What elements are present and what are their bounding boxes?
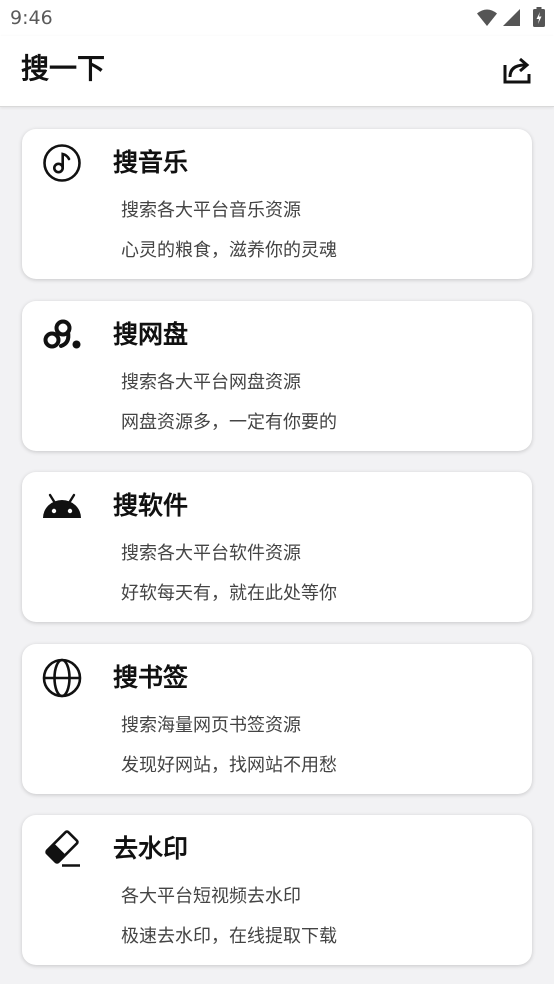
wifi-icon [477,9,497,26]
card-search-netdisk[interactable]: 搜网盘 搜索各大平台网盘资源 网盘资源多，一定有你要的 [22,300,532,451]
card-remove-watermark[interactable]: 去水印 各大平台短视频去水印 极速去水印，在线提取下载 [22,815,532,965]
card-description: 搜索各大平台软件资源 [121,543,301,564]
music-disc-icon [42,143,82,183]
feature-list: 搜音乐 搜索各大平台音乐资源 心灵的粮食，滋养你的灵魂 搜网盘 搜索各大平台网盘… [22,129,532,965]
card-description: 搜索各大平台音乐资源 [121,200,301,221]
app-bar: 搜一下 [0,36,554,107]
card-title: 搜音乐 [113,148,189,177]
share-button[interactable] [501,54,533,86]
card-tagline: 极速去水印，在线提取下载 [121,926,337,947]
battery-charging-icon [533,7,545,27]
card-title: 搜书签 [113,662,189,692]
card-title: 搜软件 [113,491,189,520]
card-description: 各大平台短视频去水印 [121,886,301,907]
cloud-drive-icon [42,315,82,355]
card-tagline: 心灵的粮食，滋养你的灵魂 [121,240,337,261]
share-icon [503,57,531,84]
android-icon [42,486,82,526]
card-title: 搜网盘 [113,319,189,349]
card-description: 搜索各大平台网盘资源 [121,371,301,393]
card-search-music[interactable]: 搜音乐 搜索各大平台音乐资源 心灵的粮食，滋养你的灵魂 [22,129,532,279]
card-title: 去水印 [113,834,189,863]
card-tagline: 发现好网站，找网站不用愁 [121,754,337,776]
status-time: 9:46 [10,7,53,29]
card-search-bookmarks[interactable]: 搜书签 搜索海量网页书签资源 发现好网站，找网站不用愁 [22,643,532,794]
card-search-software[interactable]: 搜软件 搜索各大平台软件资源 好软每天有，就在此处等你 [22,472,532,622]
card-description: 搜索海量网页书签资源 [121,714,301,736]
card-tagline: 网盘资源多，一定有你要的 [121,411,337,433]
status-bar: 9:46 [0,0,554,36]
page-title: 搜一下 [21,52,106,85]
eraser-icon [42,829,82,869]
card-tagline: 好软每天有，就在此处等你 [121,583,337,604]
globe-icon [42,658,82,698]
signal-icon [503,9,520,26]
